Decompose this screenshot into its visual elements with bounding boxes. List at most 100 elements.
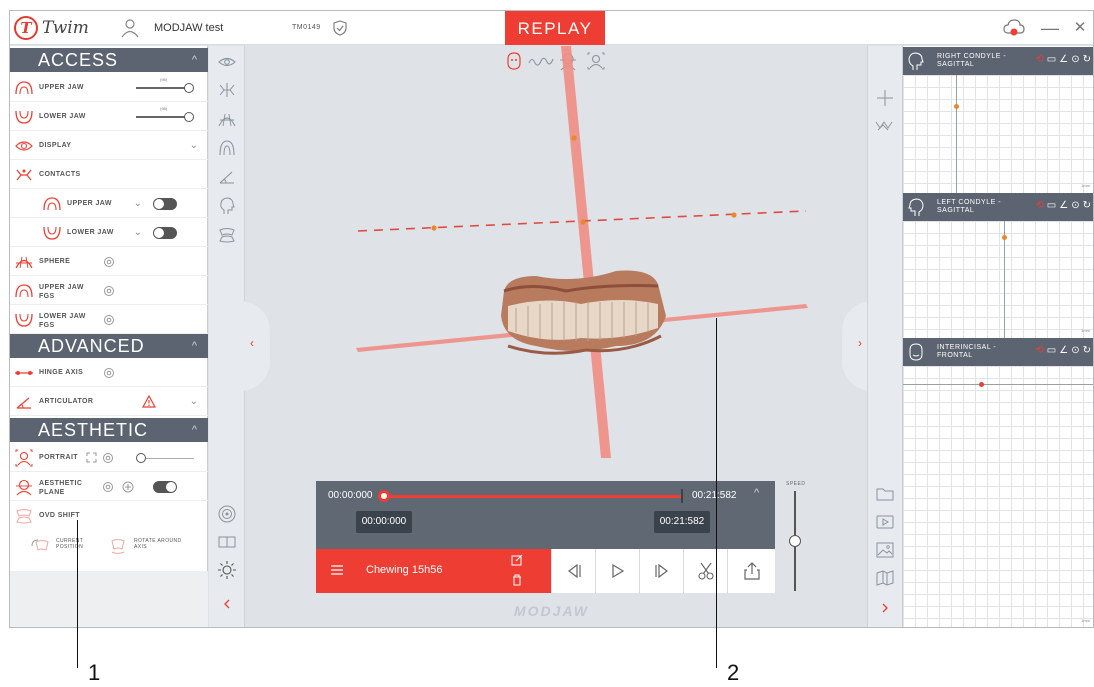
slider-knob[interactable] <box>184 112 194 122</box>
chewing-path-icon[interactable] <box>875 116 895 136</box>
cloud-sync-icon[interactable] <box>1003 19 1025 37</box>
lower-jaw-opacity-slider[interactable] <box>136 116 188 118</box>
target-icon[interactable] <box>103 367 115 379</box>
graph-target-icon[interactable]: ⊙ <box>1071 200 1082 211</box>
section-aesthetic-header[interactable]: AESTHETIC ^ <box>10 418 208 442</box>
row-display[interactable]: DISPLAY ⌄ <box>10 132 208 160</box>
delete-icon[interactable] <box>512 574 522 586</box>
graph-interincisal-frontal[interactable]: 1mm <box>903 366 1093 627</box>
add-circle-icon[interactable] <box>122 481 134 493</box>
graph-tools[interactable]: ⟲▭∠⊙↻ <box>1035 200 1093 211</box>
dental-arch-model[interactable] <box>501 270 666 355</box>
target-icon[interactable] <box>103 256 115 268</box>
collapse-caret-icon[interactable]: ^ <box>192 334 198 358</box>
target-icon[interactable] <box>103 285 115 297</box>
collapse-caret-icon[interactable]: ^ <box>192 418 198 442</box>
graph-right-condyle-sagittal[interactable]: 1mm <box>903 75 1093 193</box>
aesthetic-plane-toggle[interactable] <box>153 481 177 493</box>
graph-target-icon[interactable]: ⊙ <box>1071 345 1082 356</box>
rotate-around-axis-icon[interactable] <box>108 536 128 556</box>
timeline-track[interactable] <box>382 495 682 498</box>
chevron-down-icon[interactable]: ⌄ <box>190 140 198 151</box>
image-icon[interactable] <box>875 540 895 560</box>
jaw-fgs-icon[interactable] <box>217 138 237 158</box>
hinge-axis-icon <box>15 371 33 375</box>
book-icon[interactable] <box>875 568 895 588</box>
graph-title-line2: FRONTAL <box>937 352 973 359</box>
target-icon[interactable] <box>102 452 114 464</box>
graph-angle-icon[interactable]: ∠ <box>1059 345 1071 356</box>
step-back-button[interactable] <box>551 549 595 593</box>
replay-mode-button[interactable]: REPLAY <box>505 11 605 45</box>
graph-refresh-icon[interactable]: ↻ <box>1083 200 1093 211</box>
expand-right-chevron-icon[interactable] <box>875 598 895 618</box>
ovd-icon[interactable] <box>217 225 237 245</box>
recording-name[interactable]: Chewing 15h56 <box>366 564 442 576</box>
graph-reset-icon[interactable]: ⟲ <box>1035 54 1046 65</box>
current-position-label[interactable]: CURRENT POSITION <box>56 538 83 550</box>
upper-jaw-opacity-slider[interactable] <box>136 87 188 89</box>
graph-angle-icon[interactable]: ∠ <box>1059 200 1071 211</box>
target-icon[interactable] <box>103 314 115 326</box>
graph-ruler-icon[interactable]: ▭ <box>1047 200 1059 211</box>
portrait-opacity-slider[interactable] <box>146 458 194 459</box>
contacts-lower-jaw-toggle[interactable] <box>153 227 177 239</box>
sphere-icon[interactable] <box>217 109 237 129</box>
recenter-target-icon[interactable] <box>217 504 237 524</box>
chevron-down-icon[interactable]: ⌄ <box>134 227 142 238</box>
collapse-left-chevron-icon[interactable] <box>217 594 237 614</box>
head-profile-icon <box>908 198 924 216</box>
patient-name[interactable]: MODJAW test <box>154 22 223 34</box>
section-advanced-header[interactable]: ADVANCED ^ <box>10 334 208 358</box>
timeline-collapse-icon[interactable]: ^ <box>754 487 759 499</box>
contacts-upper-jaw-toggle[interactable] <box>153 198 177 210</box>
folder-icon[interactable] <box>875 484 895 504</box>
user-icon[interactable] <box>120 18 140 38</box>
graph-refresh-icon[interactable]: ↻ <box>1083 345 1093 356</box>
cut-button[interactable] <box>683 549 727 593</box>
graph-tools[interactable]: ⟲▭∠⊙↻ <box>1035 345 1093 356</box>
graph-ruler-icon[interactable]: ▭ <box>1047 54 1059 65</box>
timeline-playhead[interactable] <box>378 490 390 502</box>
fullscreen-icon[interactable] <box>86 452 97 463</box>
crosshair-icon[interactable] <box>875 88 895 108</box>
view-layout-icon[interactable] <box>217 532 237 552</box>
graph-left-condyle-sagittal[interactable]: 1mm <box>903 221 1093 338</box>
chevron-down-icon[interactable]: ⌄ <box>134 198 142 209</box>
graph-reset-icon[interactable]: ⟲ <box>1035 200 1046 211</box>
edit-icon[interactable] <box>511 554 523 566</box>
shield-check-icon[interactable] <box>333 20 347 36</box>
eye-icon[interactable] <box>217 52 237 72</box>
lower-jaw-fgs-icon <box>15 313 33 327</box>
chevron-down-icon[interactable]: ⌄ <box>190 396 198 407</box>
video-icon[interactable] <box>875 512 895 532</box>
graph-target-icon[interactable]: ⊙ <box>1071 54 1082 65</box>
timeline-end-marker[interactable] <box>681 489 683 503</box>
graph-ruler-icon[interactable]: ▭ <box>1047 345 1059 356</box>
menu-icon[interactable] <box>330 564 344 576</box>
current-position-icon[interactable] <box>30 537 52 555</box>
export-button[interactable] <box>727 549 775 593</box>
graph-reset-icon[interactable]: ⟲ <box>1035 345 1046 356</box>
row-articulator[interactable]: ARTICULATOR ⌄ <box>10 388 208 416</box>
head-profile-icon[interactable] <box>217 196 237 216</box>
section-access-header[interactable]: ACCESS ^ <box>10 48 208 72</box>
graph-refresh-icon[interactable]: ↻ <box>1083 54 1093 65</box>
label: UPPER JAW FGS <box>39 283 84 301</box>
minimize-button[interactable]: — <box>1038 17 1062 39</box>
collapse-caret-icon[interactable]: ^ <box>192 48 198 72</box>
rotate-around-axis-label[interactable]: ROTATE AROUND AXIS <box>134 538 182 550</box>
graph-title-line1: INTERINCISAL - <box>937 344 997 351</box>
contacts-icon[interactable] <box>217 80 237 100</box>
close-button[interactable]: ✕ <box>1068 17 1092 39</box>
speed-slider-knob[interactable] <box>789 535 801 547</box>
portrait-opacity-knob[interactable] <box>136 453 146 463</box>
graph-angle-icon[interactable]: ∠ <box>1059 54 1071 65</box>
articulator-icon[interactable] <box>217 167 237 187</box>
slider-knob[interactable] <box>184 83 194 93</box>
brightness-icon[interactable] <box>217 560 237 580</box>
play-button[interactable] <box>595 549 639 593</box>
graph-tools[interactable]: ⟲▭∠⊙↻ <box>1035 54 1093 65</box>
target-icon[interactable] <box>102 481 114 493</box>
step-forward-button[interactable] <box>639 549 683 593</box>
